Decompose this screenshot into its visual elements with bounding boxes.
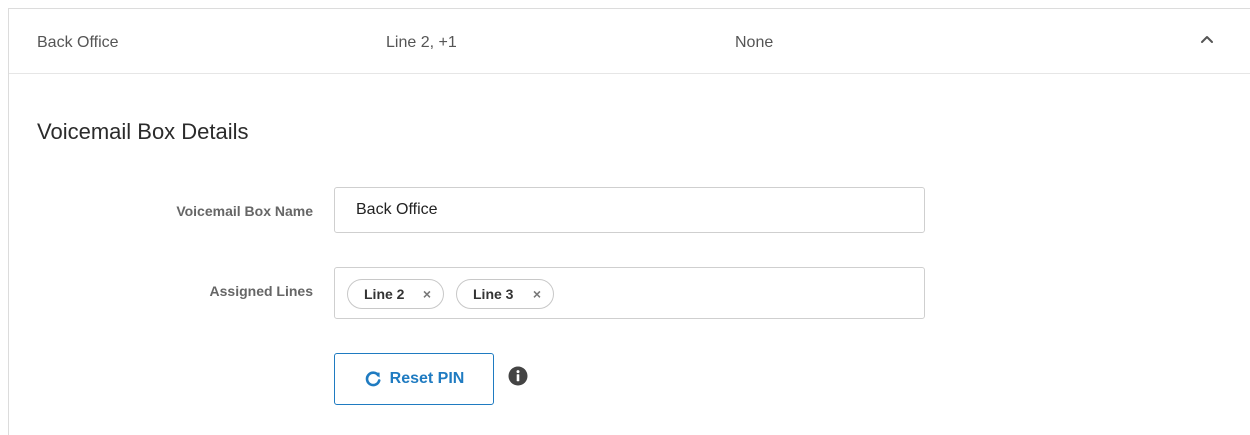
row-greeting: None xyxy=(735,34,774,51)
reset-pin-button[interactable]: Reset PIN xyxy=(334,353,494,405)
voicemail-box-name-input[interactable] xyxy=(334,187,925,233)
voicemail-box-card: Back Office Line 2, +1 None Voicemail Bo… xyxy=(8,8,1250,435)
line-tag-label: Line 2 xyxy=(364,286,405,302)
assigned-lines-label: Assigned Lines xyxy=(209,283,313,299)
refresh-icon xyxy=(365,371,381,387)
line-tag-label: Line 3 xyxy=(473,286,514,302)
line-tag: Line 3 × xyxy=(456,279,554,309)
line-tag: Line 2 × xyxy=(347,279,444,309)
section-title: Voicemail Box Details xyxy=(37,119,249,144)
voicemail-box-name-label: Voicemail Box Name xyxy=(176,203,313,219)
assigned-lines-input[interactable]: Line 2 × Line 3 × xyxy=(334,267,925,319)
row-assigned-lines: Line 2, +1 xyxy=(386,34,457,51)
page: Back Office Line 2, +1 None Voicemail Bo… xyxy=(0,0,1250,435)
row-box-name: Back Office xyxy=(37,34,119,51)
info-icon[interactable] xyxy=(508,366,528,386)
chevron-up-icon[interactable] xyxy=(1199,31,1215,47)
remove-tag-icon[interactable]: × xyxy=(423,287,431,301)
reset-pin-label: Reset PIN xyxy=(389,370,465,387)
remove-tag-icon[interactable]: × xyxy=(533,287,541,301)
voicemail-box-row[interactable]: Back Office Line 2, +1 None xyxy=(9,9,1250,74)
